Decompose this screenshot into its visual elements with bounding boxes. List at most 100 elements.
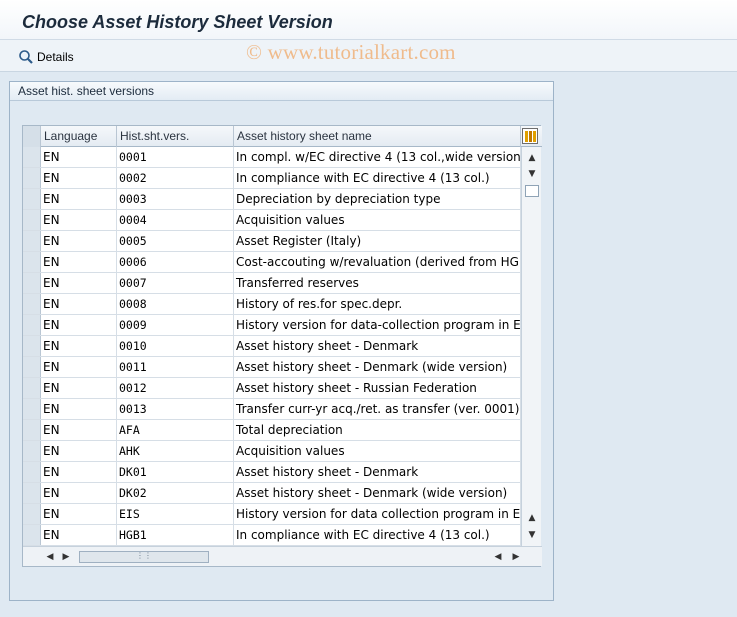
- cell-name[interactable]: History of res.for spec.depr.: [234, 294, 521, 314]
- table-row[interactable]: EN 0002 In compliance with EC directive 4 …: [23, 168, 521, 189]
- arrow-left-icon[interactable]: ◀: [491, 550, 505, 564]
- table-row[interactable]: EN DK01 Asset history sheet - Denmark: [23, 462, 521, 483]
- cell-version[interactable]: 0011: [117, 357, 234, 377]
- row-selector[interactable]: [23, 210, 41, 230]
- table-row[interactable]: EN 0003 Depreciation by depreciation type: [23, 189, 521, 210]
- cell-version[interactable]: 0005: [117, 231, 234, 251]
- row-selector[interactable]: [23, 168, 41, 188]
- cell-language[interactable]: EN: [41, 189, 117, 209]
- scroll-thumb[interactable]: [525, 185, 539, 197]
- cell-version[interactable]: 0001: [117, 147, 234, 167]
- cell-language[interactable]: EN: [41, 294, 117, 314]
- arrow-right-icon[interactable]: ▶: [59, 550, 73, 564]
- table-row[interactable]: EN 0010 Asset history sheet - Denmark: [23, 336, 521, 357]
- table-row[interactable]: EN 0005 Asset Register (Italy): [23, 231, 521, 252]
- cell-name[interactable]: Depreciation by depreciation type: [234, 189, 521, 209]
- details-button[interactable]: Details: [18, 48, 74, 66]
- cell-version[interactable]: DK01: [117, 462, 234, 482]
- cell-name[interactable]: Transfer curr-yr acq./ret. as transfer (…: [234, 399, 521, 419]
- arrow-left-icon[interactable]: ◀: [43, 550, 57, 564]
- table-row[interactable]: EN DK02 Asset history sheet - Denmark (wid…: [23, 483, 521, 504]
- table-row[interactable]: EN AFA Total depreciation: [23, 420, 521, 441]
- cell-language[interactable]: EN: [41, 252, 117, 272]
- row-selector[interactable]: [23, 189, 41, 209]
- table-row[interactable]: EN EIS History version for data collection…: [23, 504, 521, 525]
- cell-version[interactable]: 0007: [117, 273, 234, 293]
- cell-version[interactable]: 0003: [117, 189, 234, 209]
- column-header-language[interactable]: Language: [41, 126, 117, 147]
- cell-name[interactable]: Cost-accouting w/revaluation (derived fr…: [234, 252, 521, 272]
- cell-version[interactable]: 0013: [117, 399, 234, 419]
- select-all-cell[interactable]: [23, 126, 41, 147]
- cell-language[interactable]: EN: [41, 441, 117, 461]
- cell-name[interactable]: History version for data-collection prog…: [234, 315, 521, 335]
- cell-language[interactable]: EN: [41, 147, 117, 167]
- cell-language[interactable]: EN: [41, 420, 117, 440]
- row-selector[interactable]: [23, 336, 41, 356]
- cell-version[interactable]: DK02: [117, 483, 234, 503]
- cell-language[interactable]: EN: [41, 378, 117, 398]
- cell-name[interactable]: History version for data collection prog…: [234, 504, 521, 524]
- cell-version[interactable]: 0009: [117, 315, 234, 335]
- row-selector[interactable]: [23, 147, 41, 167]
- cell-name[interactable]: In compliance with EC directive 4 (13 co…: [234, 525, 521, 545]
- cell-name[interactable]: Acquisition values: [234, 210, 521, 230]
- row-selector[interactable]: [23, 378, 41, 398]
- cell-version[interactable]: EIS: [117, 504, 234, 524]
- row-selector[interactable]: [23, 315, 41, 335]
- cell-name[interactable]: In compl. w/EC directive 4 (13 col.,wide…: [234, 147, 521, 167]
- table-row[interactable]: EN 0007 Transferred reserves: [23, 273, 521, 294]
- cell-version[interactable]: 0002: [117, 168, 234, 188]
- column-header-version[interactable]: Hist.sht.vers.: [117, 126, 234, 147]
- cell-version[interactable]: 0010: [117, 336, 234, 356]
- cell-version[interactable]: AFA: [117, 420, 234, 440]
- table-row[interactable]: EN AHK Acquisition values: [23, 441, 521, 462]
- cell-name[interactable]: Asset history sheet - Denmark (wide vers…: [234, 357, 521, 377]
- table-row[interactable]: EN 0004 Acquisition values: [23, 210, 521, 231]
- table-row[interactable]: EN 0013 Transfer curr-yr acq./ret. as tran…: [23, 399, 521, 420]
- cell-name[interactable]: Asset history sheet - Denmark: [234, 336, 521, 356]
- cell-language[interactable]: EN: [41, 525, 117, 545]
- cell-language[interactable]: EN: [41, 168, 117, 188]
- row-selector[interactable]: [23, 294, 41, 314]
- cell-name[interactable]: Acquisition values: [234, 441, 521, 461]
- cell-language[interactable]: EN: [41, 483, 117, 503]
- row-selector[interactable]: [23, 441, 41, 461]
- table-row[interactable]: EN 0006 Cost-accouting w/revaluation (deri…: [23, 252, 521, 273]
- table-row[interactable]: EN 0008 History of res.for spec.depr.: [23, 294, 521, 315]
- row-selector[interactable]: [23, 273, 41, 293]
- row-selector[interactable]: [23, 483, 41, 503]
- cell-language[interactable]: EN: [41, 462, 117, 482]
- column-header-name[interactable]: Asset history sheet name: [234, 126, 521, 147]
- arrow-down-icon[interactable]: ▼: [525, 167, 539, 181]
- arrow-up-icon[interactable]: ▲: [525, 511, 539, 525]
- cell-language[interactable]: EN: [41, 315, 117, 335]
- table-row[interactable]: EN 0011 Asset history sheet - Denmark (wid…: [23, 357, 521, 378]
- row-selector[interactable]: [23, 252, 41, 272]
- row-selector[interactable]: [23, 231, 41, 251]
- cell-name[interactable]: Asset Register (Italy): [234, 231, 521, 251]
- row-selector[interactable]: [23, 525, 41, 545]
- cell-name[interactable]: Transferred reserves: [234, 273, 521, 293]
- table-row[interactable]: EN 0009 History version for data-collectio…: [23, 315, 521, 336]
- horizontal-scrollbar[interactable]: ◀ ▶ ⋮⋮ ◀ ▶: [23, 546, 542, 566]
- arrow-right-icon[interactable]: ▶: [509, 550, 523, 564]
- table-row[interactable]: EN 0001 In compl. w/EC directive 4 (13 col…: [23, 147, 521, 168]
- cell-version[interactable]: 0006: [117, 252, 234, 272]
- arrow-up-icon[interactable]: ▲: [525, 151, 539, 165]
- column-settings-icon[interactable]: [522, 128, 538, 144]
- vertical-scrollbar[interactable]: ▲ ▼ ▲ ▼: [521, 147, 541, 546]
- arrow-down-icon[interactable]: ▼: [525, 528, 539, 542]
- cell-version[interactable]: HGB1: [117, 525, 234, 545]
- table-row[interactable]: EN 0012 Asset history sheet - Russian Fede…: [23, 378, 521, 399]
- row-selector[interactable]: [23, 420, 41, 440]
- row-selector[interactable]: [23, 399, 41, 419]
- table-row[interactable]: EN HGB1 In compliance with EC directive 4 …: [23, 525, 521, 546]
- cell-name[interactable]: Total depreciation: [234, 420, 521, 440]
- cell-language[interactable]: EN: [41, 336, 117, 356]
- cell-language[interactable]: EN: [41, 231, 117, 251]
- row-selector[interactable]: [23, 462, 41, 482]
- cell-name[interactable]: In compliance with EC directive 4 (13 co…: [234, 168, 521, 188]
- cell-name[interactable]: Asset history sheet - Russian Federation: [234, 378, 521, 398]
- cell-version[interactable]: AHK: [117, 441, 234, 461]
